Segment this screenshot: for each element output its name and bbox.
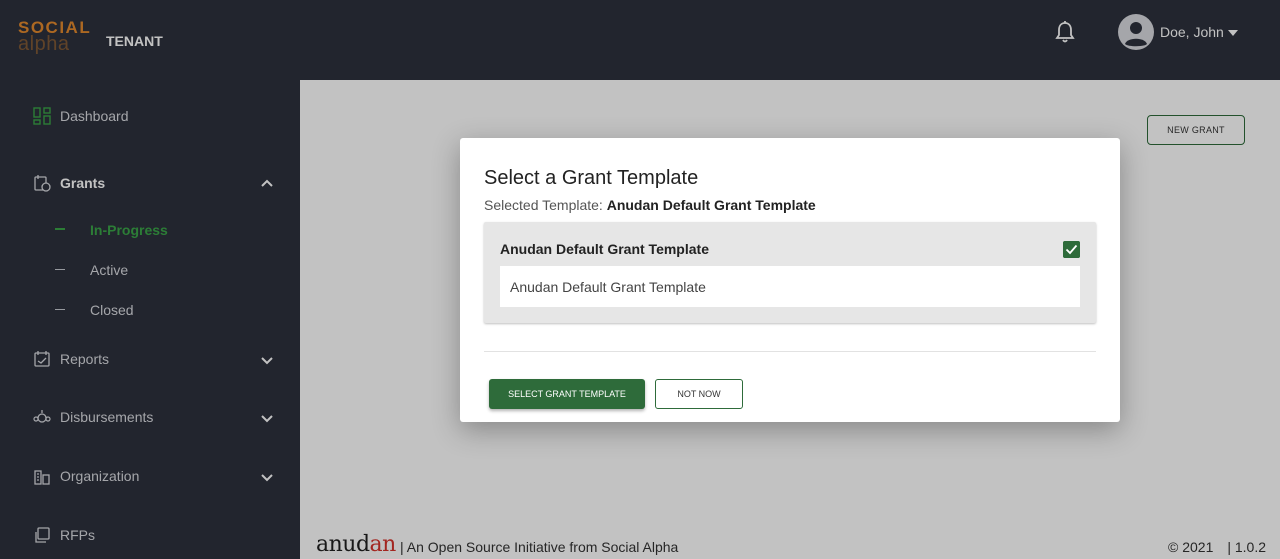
selected-template-label: Selected Template:: [484, 197, 603, 213]
dialog-title: Select a Grant Template: [484, 167, 699, 189]
select-grant-template-button[interactable]: SELECT GRANT TEMPLATE: [489, 379, 645, 409]
template-card[interactable]: Anudan Default Grant Template Anudan Def…: [484, 222, 1096, 323]
selected-template-line: Selected Template: Anudan Default Grant …: [484, 197, 816, 213]
dialog-divider: [484, 351, 1096, 352]
checkbox-checked-icon[interactable]: [1063, 241, 1080, 258]
select-template-dialog: Select a Grant Template Selected Templat…: [460, 138, 1120, 422]
template-name: Anudan Default Grant Template: [500, 241, 709, 257]
selected-template-value: Anudan Default Grant Template: [606, 197, 816, 213]
template-description: Anudan Default Grant Template: [500, 266, 1080, 307]
not-now-button[interactable]: NOT NOW: [655, 379, 743, 409]
